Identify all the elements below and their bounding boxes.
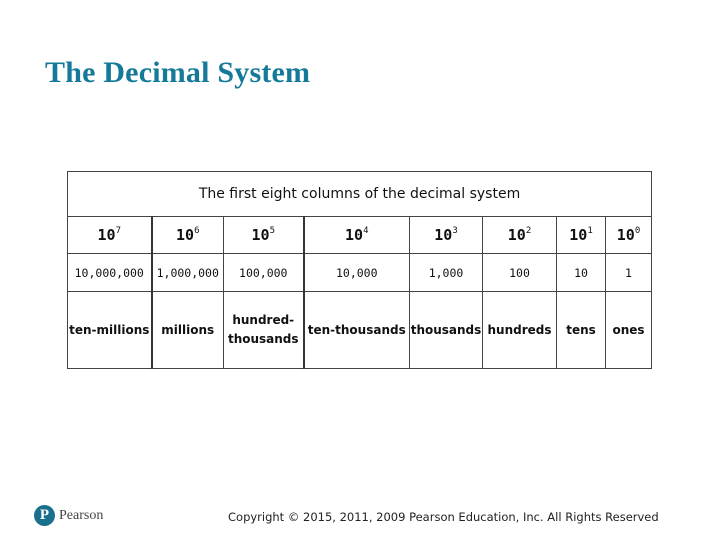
power-cell: 107 [67,216,152,254]
power-cell: 105 [223,216,304,254]
power-cell: 102 [482,216,557,254]
pearson-logo-text: Pearson [59,507,104,523]
value-cell: 10,000,000 [67,253,152,292]
power-cell: 101 [556,216,606,254]
pearson-logo: P Pearson [34,505,103,526]
name-cell: millions [150,291,224,369]
value-cell: 10,000 [302,253,410,292]
power-cell: 103 [409,216,483,254]
name-cell: thousands [409,291,483,369]
value-cell: 1,000,000 [150,253,224,292]
value-cell: 100,000 [223,253,304,292]
table-caption: The first eight columns of the decimal s… [66,171,653,217]
value-cell: 1,000 [409,253,483,292]
power-cell: 106 [150,216,224,254]
value-cell: 1 [604,253,653,292]
value-cell: 10 [556,253,606,292]
power-cell: 100 [604,216,653,254]
name-cell: ones [604,291,653,369]
name-cell: tens [556,291,606,369]
name-cell: ten-millions [67,291,152,369]
copyright-notice: Copyright © 2015, 2011, 2009 Pearson Edu… [228,510,659,524]
values-row: 10,000,000 1,000,000 100,000 10,000 1,00… [67,253,653,292]
names-row: ten-millions millions hundred-thousands … [67,291,653,369]
name-cell: ten-thousands [302,291,410,369]
power-cell: 104 [302,216,410,254]
value-cell: 100 [482,253,557,292]
decimal-columns-table: The first eight columns of the decimal s… [66,171,653,369]
name-cell: hundreds [482,291,557,369]
slide-title: The Decimal System [45,56,311,89]
pearson-logo-icon: P [34,505,55,526]
name-cell: hundred-thousands [223,291,304,369]
powers-row: 107 106 105 104 103 102 101 100 [67,216,653,254]
